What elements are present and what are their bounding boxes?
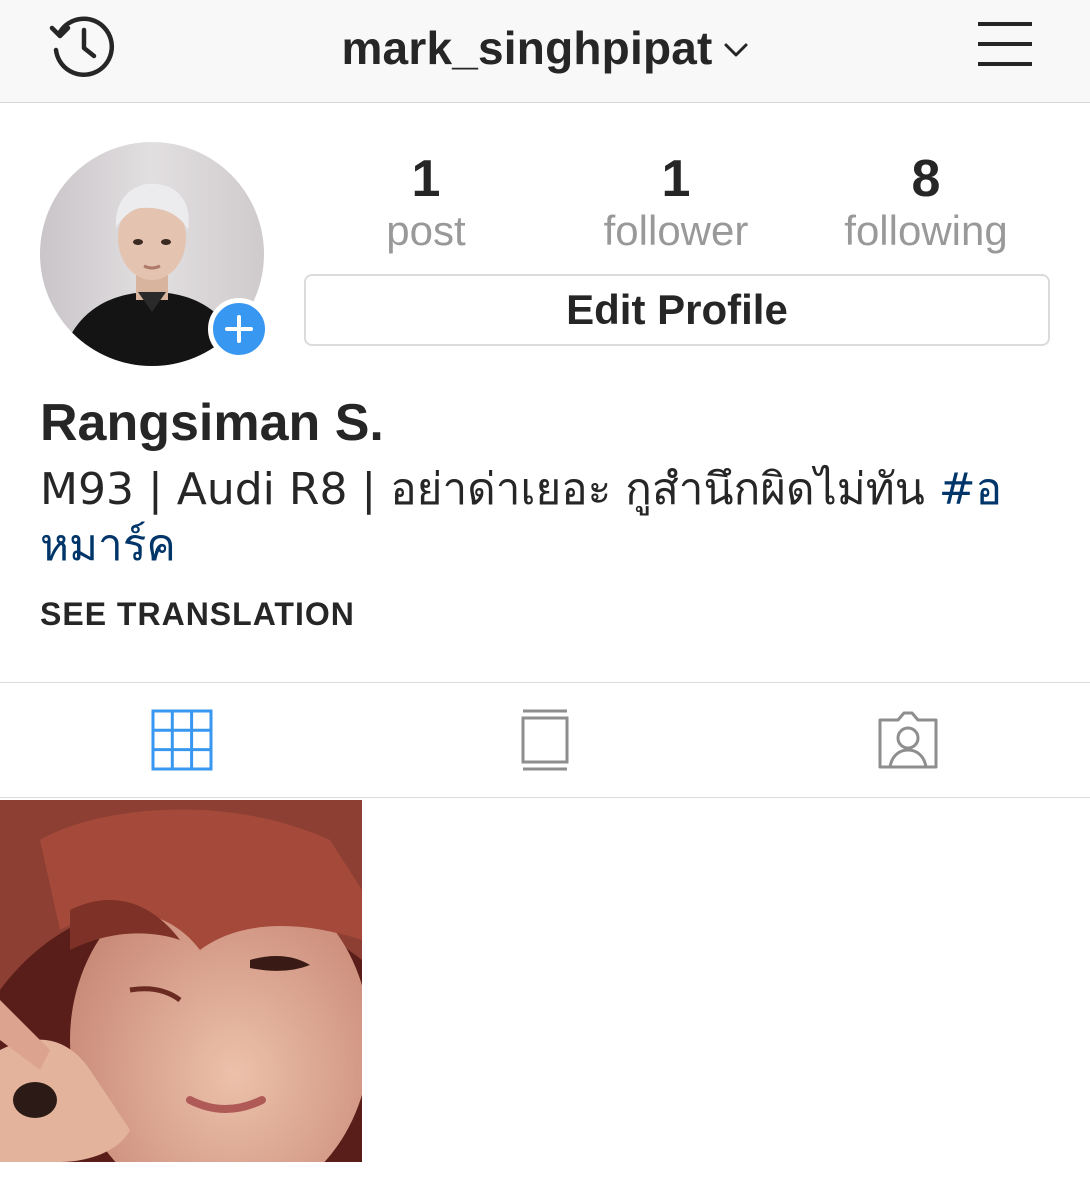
posts-count: 1: [411, 150, 441, 208]
tagged-user-icon: [878, 711, 938, 769]
see-translation-link[interactable]: SEE TRANSLATION: [40, 596, 355, 633]
grid-icon: [151, 709, 213, 771]
profile-avatar[interactable]: [40, 142, 270, 366]
posts-label: post: [386, 207, 466, 254]
tab-tagged[interactable]: [848, 683, 968, 797]
followers-count: 1: [661, 150, 691, 208]
stat-following[interactable]: 8 following: [806, 150, 1046, 254]
tab-feed[interactable]: [485, 683, 605, 797]
following-count: 8: [911, 150, 941, 208]
following-label: following: [844, 207, 1008, 254]
feed-list-icon: [521, 709, 569, 771]
full-name: Rangsiman S.: [40, 394, 384, 452]
tab-grid[interactable]: [122, 683, 242, 797]
followers-label: follower: [603, 207, 749, 254]
profile-tabs: [0, 682, 1090, 798]
bio-text: M93 | Audi R8 | อย่าด่าเยอะ กูสำนึกผิดไม…: [40, 464, 939, 515]
stat-posts[interactable]: 1 post: [306, 150, 546, 254]
hamburger-menu-icon[interactable]: [976, 18, 1034, 70]
account-switcher[interactable]: mark_singhpipat: [0, 18, 1090, 78]
post-thumbnail[interactable]: [0, 800, 362, 1162]
chevron-down-icon[interactable]: [723, 42, 749, 58]
username-title[interactable]: mark_singhpipat: [341, 21, 712, 75]
plus-icon: [225, 315, 253, 343]
bio: M93 | Audi R8 | อย่าด่าเยอะ กูสำนึกผิดไม…: [40, 462, 1050, 574]
add-story-button[interactable]: [208, 298, 270, 360]
top-bar: mark_singhpipat: [0, 0, 1090, 103]
stat-followers[interactable]: 1 follower: [556, 150, 796, 254]
edit-profile-button[interactable]: Edit Profile: [304, 274, 1050, 346]
